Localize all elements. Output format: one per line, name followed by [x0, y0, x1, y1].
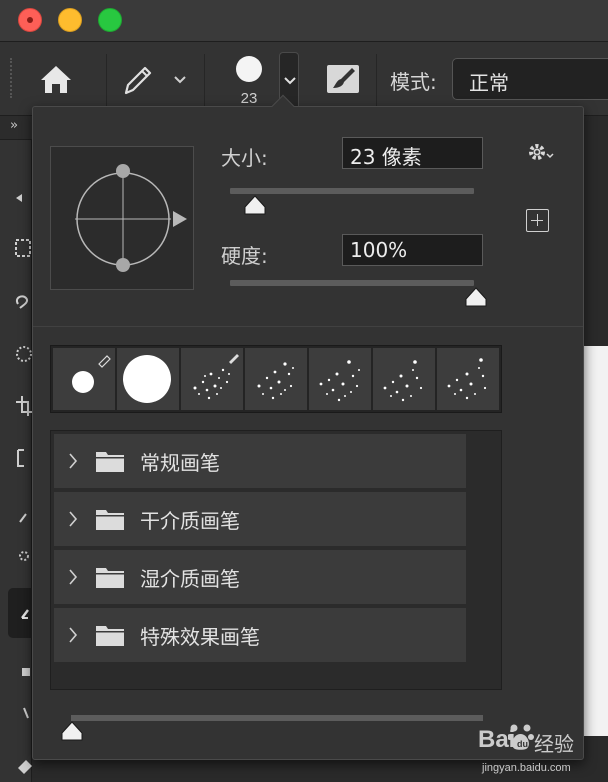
frame-tool-icon[interactable] — [14, 448, 32, 468]
preset-folder-row[interactable]: 常规画笔 — [54, 434, 466, 488]
eraser-tool-icon[interactable] — [14, 756, 32, 776]
angle-roundness-icon — [75, 164, 187, 272]
hardness-slider-track[interactable] — [230, 280, 474, 286]
blend-mode-value: 正常 — [469, 71, 509, 95]
brush-tool-active[interactable] — [8, 588, 32, 638]
healing-brush-tool-icon[interactable] — [14, 546, 32, 566]
brush-preset-groups-list[interactable]: 常规画笔 干介质画笔 湿介质画笔 特殊效果画笔 — [50, 430, 502, 690]
marquee-tool-icon[interactable] — [14, 238, 32, 258]
recent-brush-spatter-2[interactable] — [245, 348, 307, 410]
minimize-window-button[interactable] — [58, 8, 82, 32]
baidu-jingyan-watermark: Bai du 经验 jingyan.baidu.com — [468, 712, 608, 782]
close-window-button[interactable] — [18, 8, 42, 32]
canvas-frame — [584, 116, 608, 346]
chevron-right-icon[interactable] — [68, 626, 78, 644]
recent-brushes-row — [50, 345, 502, 413]
brush-preset-picker-panel: 大小: 23 像素 硬度: 100% 常规画笔 干介质画笔 湿介质画笔 特殊效果… — [32, 94, 584, 760]
preset-folder-row[interactable]: 特殊效果画笔 — [54, 608, 466, 662]
preview-size-slider-track[interactable] — [71, 715, 483, 721]
hard-round-brush-icon — [72, 355, 111, 393]
mode-label: 模式: — [390, 70, 437, 94]
hard-round-large-brush-icon — [123, 355, 171, 403]
hardness-slider-thumb[interactable] — [465, 287, 487, 307]
toolbar-separator — [376, 54, 377, 106]
recent-brush-spatter-1[interactable] — [181, 348, 243, 410]
size-slider-track[interactable] — [230, 188, 474, 194]
expand-panel-icon: » — [10, 118, 18, 133]
folder-icon — [96, 452, 124, 472]
preset-folder-label: 特殊效果画笔 — [140, 625, 260, 649]
brush-tip-preview[interactable] — [236, 56, 262, 82]
preview-size-slider-thumb[interactable] — [61, 721, 83, 741]
hardness-label: 硬度: — [221, 244, 268, 268]
recent-brush-hard-round-small[interactable] — [53, 348, 115, 410]
size-label: 大小: — [221, 146, 268, 170]
spatter-brush-icon — [383, 360, 423, 402]
folder-icon — [96, 626, 124, 646]
toolbar-separator — [204, 54, 205, 106]
gear-icon[interactable] — [525, 139, 559, 165]
history-brush-tool-icon[interactable] — [14, 704, 32, 724]
options-bar: 23 模式: 正常 — [0, 42, 608, 116]
svg-text:du: du — [517, 739, 528, 749]
size-input[interactable]: 23 像素 — [342, 137, 483, 169]
lasso-tool-icon[interactable] — [14, 292, 32, 312]
watermark-brand-cn: 经验 — [534, 732, 574, 756]
tools-panel: » — [0, 116, 32, 782]
chevron-right-icon[interactable] — [68, 452, 78, 470]
document-canvas[interactable] — [584, 346, 608, 736]
brush-tool-icon[interactable] — [118, 60, 158, 100]
preset-folder-row[interactable]: 湿介质画笔 — [54, 550, 466, 604]
window-title-bar — [0, 0, 608, 42]
folder-icon — [96, 510, 124, 530]
chevron-right-icon[interactable] — [68, 510, 78, 528]
spatter-brush-icon — [193, 354, 239, 400]
tool-preset-chevron-down-icon[interactable] — [170, 70, 190, 90]
tools-panel-header[interactable]: » — [0, 116, 32, 140]
hardness-input[interactable]: 100% — [342, 234, 483, 266]
spatter-brush-icon — [319, 360, 360, 402]
watermark-url: jingyan.baidu.com — [482, 762, 571, 774]
panel-divider — [33, 326, 583, 327]
zoom-window-button[interactable] — [98, 8, 122, 32]
recent-brush-spatter-5[interactable] — [437, 348, 499, 410]
folder-icon — [96, 568, 124, 588]
recent-brush-spatter-3[interactable] — [309, 348, 371, 410]
toolbar-grip[interactable] — [10, 58, 14, 98]
crop-tool-icon[interactable] — [14, 396, 32, 416]
new-preset-button[interactable] — [526, 209, 549, 232]
brush-settings-panel-icon[interactable] — [324, 60, 362, 98]
spatter-brush-icon — [257, 362, 294, 400]
home-icon[interactable] — [36, 60, 76, 100]
preset-folder-label: 湿介质画笔 — [140, 567, 240, 591]
move-tool-icon[interactable] — [14, 188, 32, 208]
brush-size-readout: 23 — [240, 90, 258, 107]
brush-angle-roundness-widget[interactable] — [50, 146, 194, 290]
blend-mode-select[interactable]: 正常 — [452, 58, 608, 100]
quick-selection-tool-icon[interactable] — [14, 344, 32, 364]
preset-folder-row[interactable]: 干介质画笔 — [54, 492, 466, 546]
chevron-right-icon[interactable] — [68, 568, 78, 586]
chevron-down-icon — [284, 77, 296, 85]
spatter-brush-icon — [447, 358, 487, 400]
eyedropper-tool-icon[interactable] — [14, 508, 32, 528]
recent-brush-spatter-4[interactable] — [373, 348, 435, 410]
size-slider-thumb[interactable] — [244, 195, 266, 215]
clone-stamp-tool-icon[interactable] — [14, 664, 32, 684]
recent-brush-hard-round-large[interactable] — [117, 348, 179, 410]
toolbar-separator — [106, 54, 107, 106]
preset-folder-label: 常规画笔 — [140, 451, 220, 475]
paw-logo-icon: du — [508, 724, 534, 750]
preset-folder-label: 干介质画笔 — [140, 509, 240, 533]
brush-icon — [21, 609, 29, 619]
